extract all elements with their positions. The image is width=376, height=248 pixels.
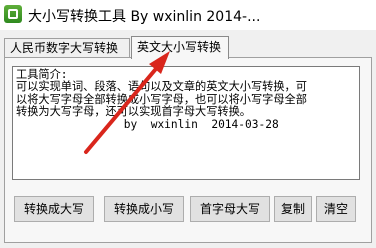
button-row: 转换成大写 转换成小写 首字母大写 复制 清空 xyxy=(0,196,376,224)
app-logo-icon xyxy=(4,5,22,23)
to-lower-button[interactable]: 转换成小写 xyxy=(104,196,184,222)
tab-rmb-uppercase[interactable]: 人民币数字大写转换 xyxy=(4,38,130,58)
capitalize-button[interactable]: 首字母大写 xyxy=(190,196,270,222)
app-window: 大小写转换工具 By wxinlin 2014-... 人民币数字大写转换 英文… xyxy=(0,0,376,248)
text-input-area[interactable]: 工具简介: 可以实现单词、段落、语句以及文章的英文大小写转换，可 以将大写字母全… xyxy=(12,66,360,180)
clear-button[interactable]: 清空 xyxy=(316,196,356,222)
copy-button[interactable]: 复制 xyxy=(274,196,312,222)
title-bar[interactable]: 大小写转换工具 By wxinlin 2014-... xyxy=(0,0,376,30)
tab-strip: 人民币数字大写转换 英文大小写转换 xyxy=(0,36,376,59)
window-title: 大小写转换工具 By wxinlin 2014-... xyxy=(28,9,261,25)
to-upper-button[interactable]: 转换成大写 xyxy=(14,196,94,222)
tab-english-case[interactable]: 英文大小写转换 xyxy=(131,36,229,59)
